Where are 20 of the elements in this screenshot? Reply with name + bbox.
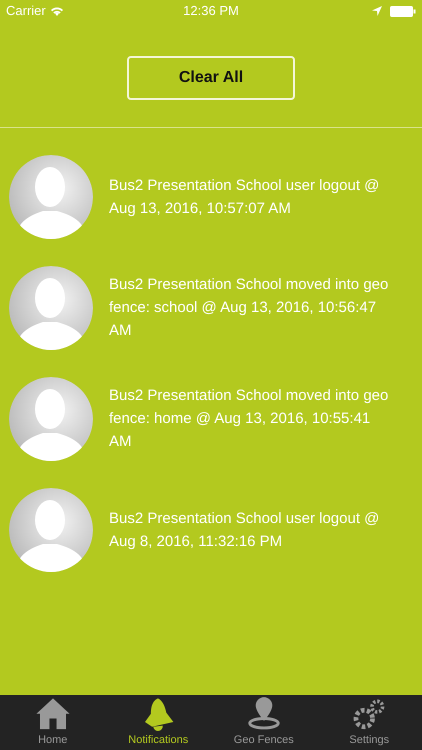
- notification-text: Bus2 Presentation School moved into geo fence: school @ Aug 13, 2016, 10:56:47 AM: [109, 275, 390, 341]
- avatar-icon: [9, 376, 93, 460]
- clear-all-button[interactable]: Clear All: [127, 56, 295, 100]
- tab-bar-item[interactable]: Settings: [316, 695, 422, 750]
- notification-text: Bus2 Presentation School user logout @ Aug 13, 2016, 10:57:07 AM: [109, 176, 380, 218]
- notification-text: Bus2 Presentation School moved into geo fence: home @ Aug 13, 2016, 10:55:41 AM: [109, 386, 390, 452]
- avatar-icon: [9, 154, 93, 238]
- wifi-icon: [50, 6, 64, 16]
- carrier-label: Carrier: [6, 2, 46, 20]
- avatar-icon: [9, 266, 93, 350]
- house-icon: [34, 696, 71, 732]
- battery-icon: [390, 6, 416, 16]
- tab-bar-item[interactable]: Home: [0, 695, 106, 750]
- map-pin-icon: [246, 696, 282, 732]
- avatar-icon: [9, 488, 93, 572]
- clock-label: 12:36 PM: [183, 2, 239, 20]
- tab-bar-item[interactable]: Notifications: [106, 695, 211, 750]
- location-arrow-icon: [372, 6, 382, 16]
- notification-text: Bus2 Presentation School user logout @ Aug 8, 2016, 11:32:16 PM: [109, 508, 380, 552]
- tab-bar-item[interactable]: Geo Fences: [211, 695, 316, 750]
